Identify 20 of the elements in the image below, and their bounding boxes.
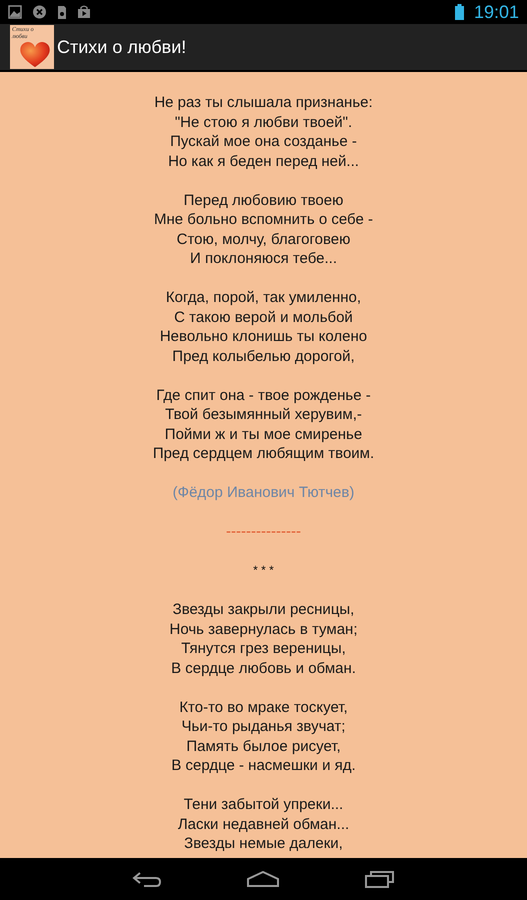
image-icon [8, 5, 22, 19]
back-icon[interactable] [132, 871, 162, 887]
home-icon[interactable] [246, 871, 280, 887]
poem-stanza: Где спит она - твое рожденье - Твой безымянный херувим,- Пойми ж и ты мое смиренье Пред сердцем любящим твоим. [152, 386, 374, 464]
poem-stanza: Не раз ты слышала признанье: "Не стою я любви твоей". Пускай мое она созданье - Но как я беден перед ней... [154, 93, 373, 171]
heart-icon [19, 42, 51, 68]
author-name: (Фёдор Иванович Тютчев) [172, 483, 354, 502]
poem-stanza: Звезды закрыли ресницы, Ночь завернулась в туман; Тянутся грез вереницы, В сердце любовь и обман. [170, 600, 358, 678]
recent-apps-icon[interactable] [364, 870, 395, 888]
app-title: Стихи о любви! [57, 36, 186, 58]
poem-stanza: Перед любовию твоею Мне больно вспомнить о себе - Стою, молчу, благоговею И поклоняюся тебе... [154, 190, 373, 268]
dashed-separator: --------------- [226, 522, 301, 542]
poem-stanza: Тени забытой упреки... Ласки недавней обман... Звезды немые далеки, [178, 795, 350, 854]
shopping-bag-icon [77, 5, 91, 19]
status-time: 19:01 [474, 3, 519, 21]
battery-icon [454, 4, 464, 20]
section-stars: * * * [253, 562, 274, 579]
poem-stanza: Когда, порой, так умиленно, С такою верой и мольбой Невольно клонишь ты колено Пред колыбелью дорогой, [160, 288, 368, 366]
sd-card-icon [57, 4, 67, 20]
poem-stanza: Кто-то во мраке тоскует, Чьи-то рыданья звучат; Память былое рисует, В сердце - насмешки и яд. [171, 698, 356, 776]
